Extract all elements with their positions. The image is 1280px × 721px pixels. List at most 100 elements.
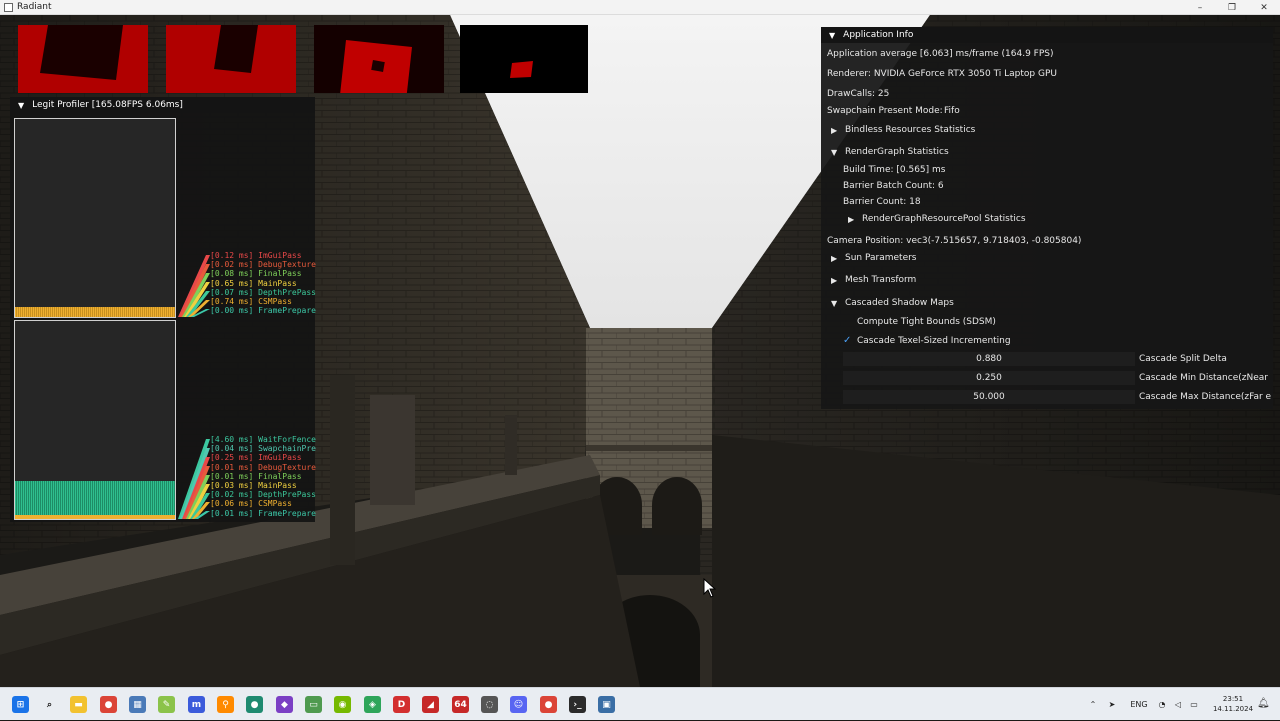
rendergraph-statistics-node[interactable]: ▼ RenderGraph Statistics: [831, 147, 949, 157]
taskbar-app-blue-icon[interactable]: m: [188, 696, 205, 713]
mesh-node-label: Mesh Transform: [845, 275, 917, 285]
taskbar-explorer-icon[interactable]: ▬: [70, 696, 87, 713]
tray-overflow-chevron-icon[interactable]: ⌃: [1086, 700, 1100, 709]
shadow-cascade-3-thumbnail: [460, 25, 588, 93]
sun-parameters-node[interactable]: ▶ Sun Parameters: [831, 253, 917, 263]
window-title: Radiant: [17, 2, 52, 12]
expand-triangle-icon: ▶: [831, 275, 838, 285]
legend-entry: [0.01 ms] DebugTexture: [210, 462, 316, 472]
legend-entry: [0.01 ms] FinalPass: [210, 471, 302, 481]
build-time-text: Build Time: [0.565] ms: [843, 165, 946, 175]
legend-entry: [0.02 ms] DebugTexture: [210, 260, 316, 270]
expand-triangle-icon: ▶: [848, 214, 855, 224]
taskbar-search-icon[interactable]: ⌕: [41, 696, 58, 713]
cpu-graph-bars: [15, 481, 175, 515]
barrier-batch-text: Barrier Batch Count: 6: [843, 181, 944, 191]
sun-node-label: Sun Parameters: [845, 253, 917, 263]
telegram-icon[interactable]: ➤: [1100, 700, 1124, 709]
profiler-header[interactable]: ▼ Legit Profiler [165.08FPS 6.06ms]: [10, 97, 315, 113]
legend-entry: [4.60 ms] WaitForFence: [210, 435, 316, 444]
taskbar-app-64-icon[interactable]: 64: [452, 696, 469, 713]
split-delta-slider[interactable]: 0.880: [843, 352, 1135, 366]
taskbar-chrome-icon[interactable]: ●: [100, 696, 117, 713]
volume-icon[interactable]: ◁: [1170, 700, 1186, 709]
swapchain-mode-value[interactable]: Fifo: [944, 106, 960, 116]
shadow-cascade-0-thumbnail: [18, 25, 148, 93]
gpu-legend: [0.12 ms] ImGuiPass [0.02 ms] DebugTextur…: [210, 251, 316, 315]
taskbar: ⊞ ⌕ ▬ ● ▦ ✎ m ⚲ ● ◆ ▭ ◉ ◈ D ◢ 64 ◌ ☺ ● ›_ ▣ ⌃ ➤ ENG ◔ ◁ ▭ 23…: [0, 687, 1280, 720]
collapse-triangle-icon: ▼: [831, 298, 838, 308]
legend-entry: [0.25 ms] ImGuiPass: [210, 453, 302, 463]
csm-node-label: Cascaded Shadow Maps: [845, 298, 954, 308]
taskbar-nvidia-icon[interactable]: ◉: [334, 696, 351, 713]
maximize-button[interactable]: ❐: [1216, 0, 1248, 15]
mesh-transform-node[interactable]: ▶ Mesh Transform: [831, 275, 916, 285]
tight-bounds-checkbox[interactable]: Compute Tight Bounds (SDSM): [843, 317, 996, 327]
language-indicator[interactable]: ENG: [1124, 700, 1154, 709]
close-button[interactable]: ✕: [1248, 0, 1280, 15]
max-distance-slider[interactable]: 50.000: [843, 390, 1135, 404]
taskbar-app-teal-icon[interactable]: ●: [246, 696, 263, 713]
application-info-header[interactable]: ▼ Application Info: [821, 27, 1273, 43]
resource-pool-node[interactable]: ▶ RenderGraphResourcePool Statistics: [848, 214, 1026, 224]
renderer-text: Renderer: NVIDIA GeForce RTX 3050 Ti Lap…: [827, 69, 1057, 79]
expand-triangle-icon: ▶: [831, 253, 838, 263]
legend-entry: [0.12 ms] ImGuiPass: [210, 251, 302, 260]
rendergraph-node-label: RenderGraph Statistics: [845, 147, 949, 157]
taskbar-terminal-icon[interactable]: ›_: [569, 696, 586, 713]
texel-sized-checkbox[interactable]: ✓ Cascade Texel-Sized Incrementing: [843, 335, 1011, 346]
cascaded-shadow-maps-node[interactable]: ▼ Cascaded Shadow Maps: [831, 298, 954, 308]
taskbar-app-green-icon[interactable]: ▭: [305, 696, 322, 713]
collapse-triangle-icon[interactable]: ▼: [829, 31, 835, 40]
application-info-window[interactable]: ▼ Application Info Application average […: [821, 27, 1273, 409]
tight-bounds-label: Compute Tight Bounds (SDSM): [857, 317, 996, 327]
window-controls: – ❐ ✕: [1184, 0, 1280, 15]
minimize-button[interactable]: –: [1184, 0, 1216, 15]
min-distance-slider[interactable]: 0.250: [843, 371, 1135, 385]
taskbar-app-green2-icon[interactable]: ◈: [364, 696, 381, 713]
taskbar-notepad-plus-icon[interactable]: ✎: [158, 696, 175, 713]
drawcalls-text: DrawCalls: 25: [827, 89, 890, 99]
taskbar-chrome2-icon[interactable]: ●: [540, 696, 557, 713]
expand-triangle-icon: ▶: [831, 125, 838, 135]
taskbar-app-d-icon[interactable]: D: [393, 696, 410, 713]
texel-sized-label: Cascade Texel-Sized Incrementing: [857, 335, 1011, 346]
legend-entry: [0.74 ms] CSMPass: [210, 297, 292, 307]
taskbar-photos-icon[interactable]: ▦: [129, 696, 146, 713]
taskbar-discord-icon[interactable]: ☺: [510, 696, 527, 713]
legend-entry: [0.01 ms] FramePrepare: [210, 508, 316, 518]
checkmark-icon: ✓: [843, 335, 852, 346]
clock[interactable]: 23:51 14.11.2024: [1210, 694, 1256, 714]
mouse-cursor-icon: [703, 578, 717, 598]
legend-entry: [0.02 ms] DepthPrePass: [210, 490, 316, 500]
barrier-count-text: Barrier Count: 18: [843, 197, 921, 207]
resource-pool-node-label: RenderGraphResourcePool Statistics: [862, 214, 1026, 224]
legend-entry: [0.08 ms] FinalPass: [210, 269, 302, 279]
gpu-profiler-graph: [14, 118, 176, 318]
legend-entry: [0.03 ms] MainPass: [210, 481, 297, 491]
taskbar-search-app-icon[interactable]: ⚲: [217, 696, 234, 713]
wifi-icon[interactable]: ◔: [1154, 700, 1170, 709]
split-delta-label: Cascade Split Delta: [1139, 354, 1227, 364]
legend-entry: [0.07 ms] DepthPrePass: [210, 287, 316, 297]
clock-date: 14.11.2024: [1212, 705, 1254, 713]
legend-entry: [0.00 ms] FramePrepare: [210, 306, 316, 316]
gpu-graph-bars: [15, 307, 175, 317]
application-info-title: Application Info: [843, 30, 914, 40]
legend-entry: [0.65 ms] MainPass: [210, 278, 297, 288]
taskbar-app-red-icon[interactable]: ◢: [422, 696, 439, 713]
collapse-triangle-icon[interactable]: ▼: [18, 101, 24, 110]
taskbar-start-icon[interactable]: ⊞: [12, 696, 29, 713]
profiler-window[interactable]: ▼ Legit Profiler [165.08FPS 6.06ms] [0.1…: [10, 97, 316, 522]
battery-icon[interactable]: ▭: [1186, 700, 1202, 709]
bindless-node-label: Bindless Resources Statistics: [845, 125, 976, 135]
profiler-title: Legit Profiler [165.08FPS 6.06ms]: [32, 100, 183, 110]
taskbar-visual-studio-icon[interactable]: ◆: [276, 696, 293, 713]
shadow-cascade-1-thumbnail: [166, 25, 296, 93]
notification-bell-icon[interactable]: 🔔︎: [1257, 698, 1270, 709]
taskbar-radiant-app-icon[interactable]: ▣: [598, 696, 615, 713]
taskbar-app-circle-icon[interactable]: ◌: [481, 696, 498, 713]
min-distance-label: Cascade Min Distance(zNear start): [1139, 373, 1271, 383]
system-tray: ⌃ ➤ ENG ◔ ◁ ▭: [1086, 688, 1202, 721]
bindless-resources-node[interactable]: ▶ Bindless Resources Statistics: [831, 125, 975, 135]
